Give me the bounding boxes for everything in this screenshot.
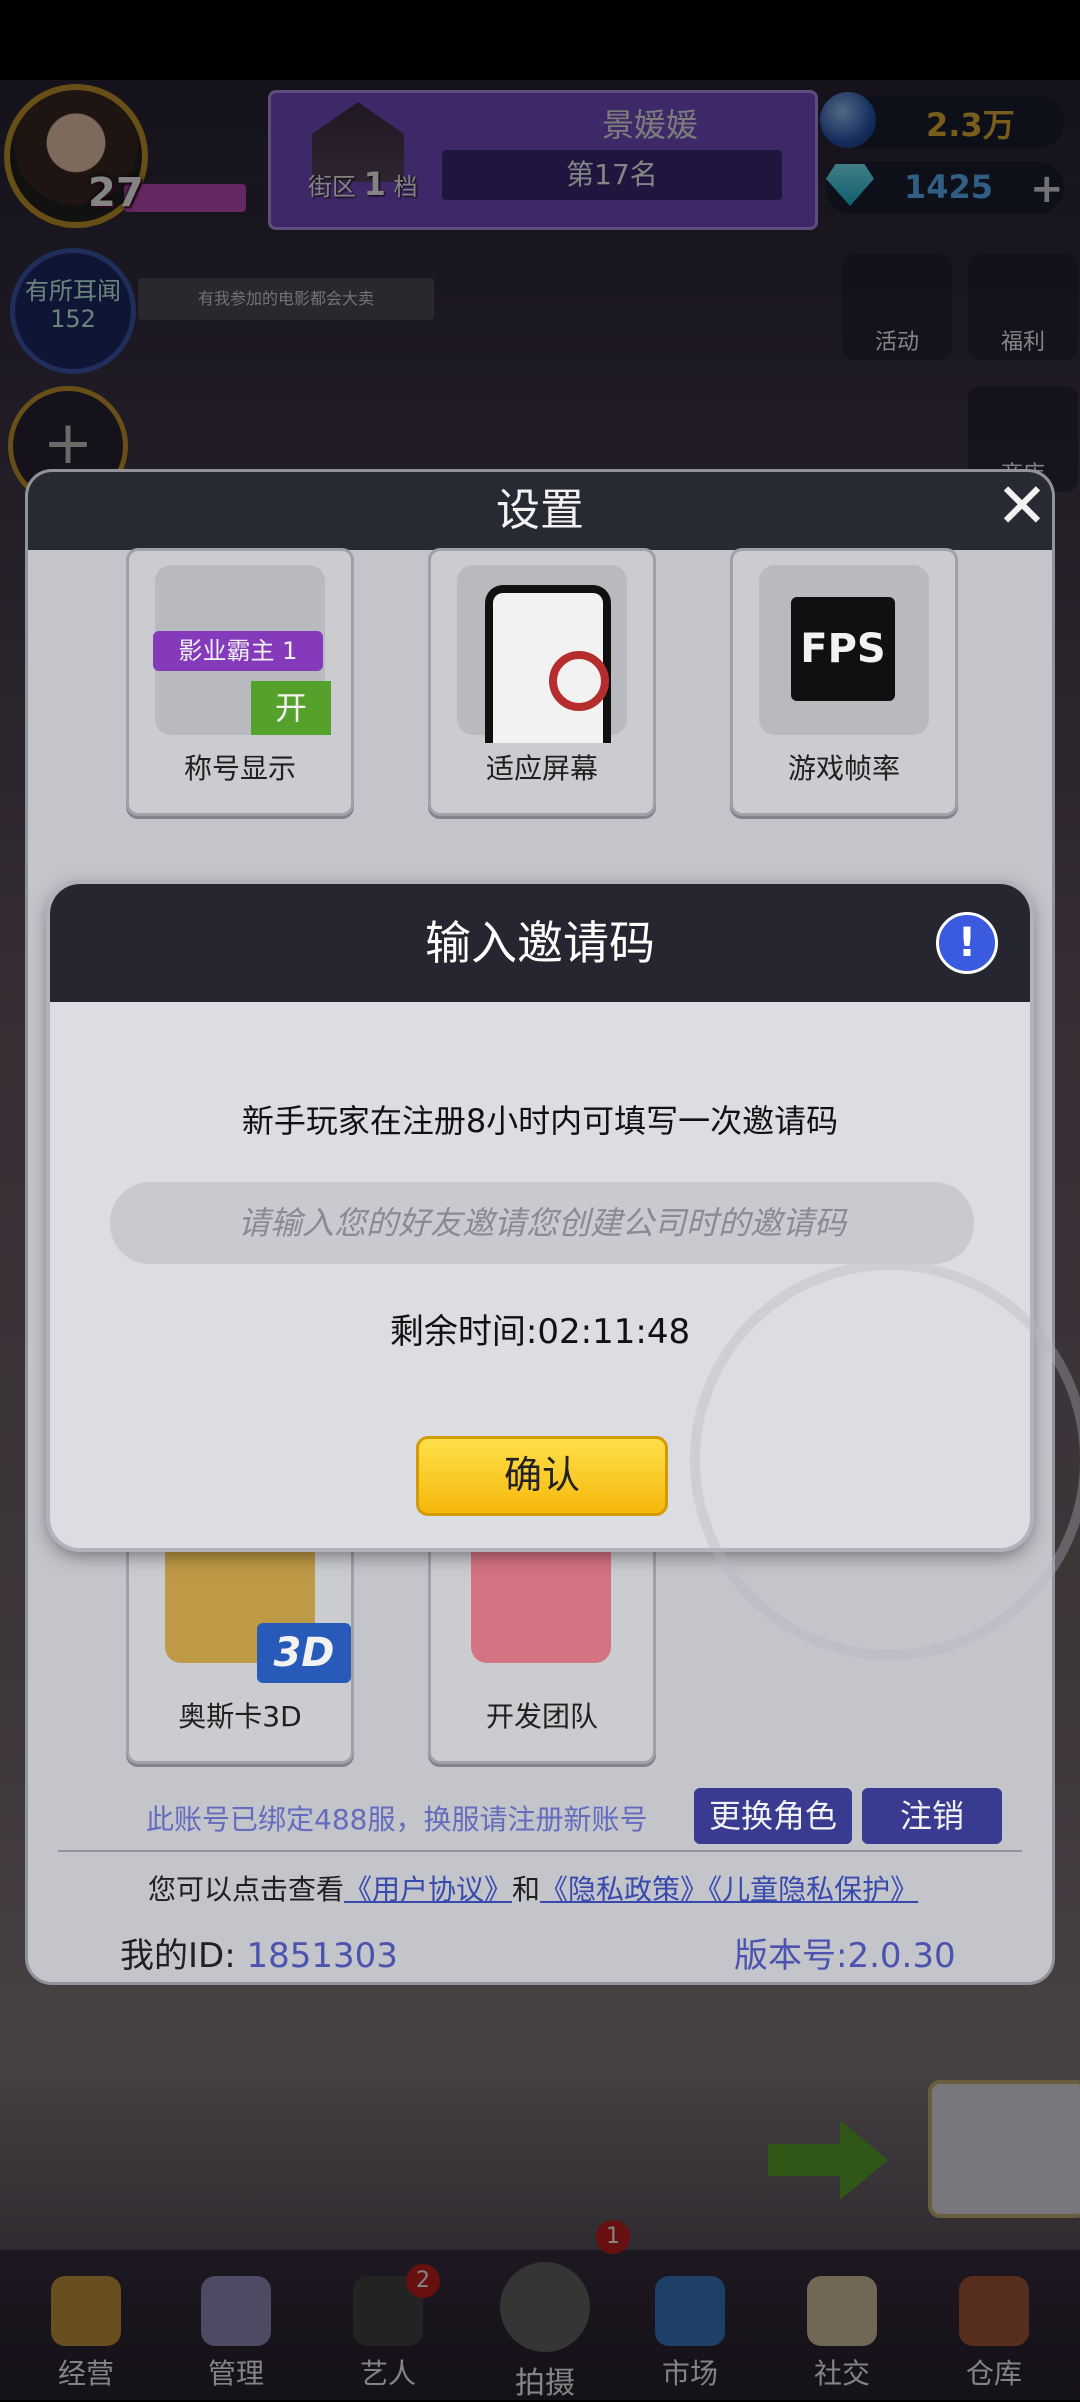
invite-description: 新手玩家在注册8小时内可填写一次邀请码 (241, 1102, 839, 1140)
info-icon[interactable]: ! (936, 912, 998, 974)
invite-title: 输入邀请码 (50, 884, 1030, 1002)
invite-code-input[interactable] (110, 1182, 974, 1264)
confirm-button[interactable]: 确认 (416, 1436, 668, 1516)
remaining-time: 剩余时间:02:11:48 (389, 1312, 691, 1352)
